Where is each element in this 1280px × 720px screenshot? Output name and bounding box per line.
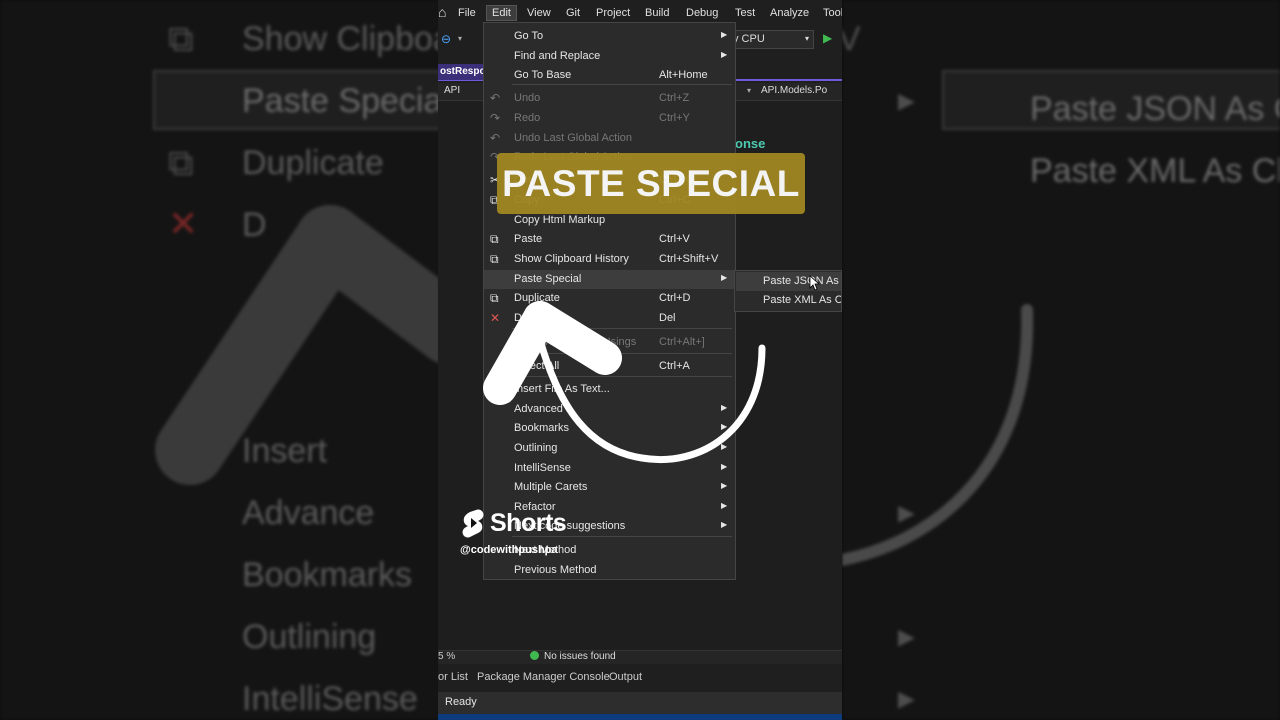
platform-select[interactable]: y CPU ▾ (728, 30, 814, 49)
menu-item-label: Go To (514, 30, 544, 42)
menu-item-label: Paste Special (514, 273, 582, 285)
menu-item-label: Undo Last Global Action (514, 132, 633, 144)
bg-curve-shape (842, 304, 1034, 566)
menu-item-shortcut: Ctrl+Z (659, 92, 690, 104)
menu-item-paste[interactable]: ⧉ Paste Ctrl+V (484, 230, 735, 249)
channel-handle: @codewithpushpa (460, 544, 558, 556)
issues-indicator[interactable]: No issues found (530, 651, 616, 662)
menu-test[interactable]: Test (735, 7, 755, 19)
title-banner: PASTE SPECIAL (497, 153, 805, 214)
chevron-right-icon: ▶ (898, 624, 915, 649)
run-icon[interactable]: ▶ (823, 31, 832, 45)
menu-file[interactable]: File (458, 7, 476, 19)
tab-error-list[interactable]: or List (438, 671, 468, 683)
check-icon (530, 651, 539, 660)
vs-logo-icon: ⌂ (438, 4, 447, 20)
clipboard-icon: ⧉ (490, 252, 499, 266)
chevron-right-icon: ▶ (721, 50, 728, 59)
back-icon[interactable]: ⊖ (441, 32, 451, 46)
shorts-logo-icon (462, 509, 484, 538)
chevron-down-icon[interactable]: ▾ (458, 34, 462, 43)
menu-edit[interactable]: Edit (486, 5, 517, 21)
editor-status-bar (438, 650, 842, 664)
chevron-right-icon: ▶ (721, 30, 728, 39)
menu-item-label: Show Clipboard History (514, 253, 629, 265)
duplicate-icon: ⧉ (168, 142, 194, 183)
menu-item-show-clipboard-history[interactable]: ⧉ Show Clipboard History Ctrl+Shift+V (484, 250, 735, 269)
menu-item-label: Paste (514, 233, 543, 245)
member-dropdown[interactable]: API.Models.Po (761, 85, 827, 96)
menu-item-shortcut: Ctrl+Shift+V (659, 253, 719, 265)
redo-icon: ↷ (490, 111, 501, 125)
project-dropdown[interactable]: API (444, 85, 460, 96)
menu-item-redo[interactable]: ↷ Redo Ctrl+Y (484, 109, 735, 128)
menu-item-label: Undo (514, 92, 541, 104)
menu-item-paste-special[interactable]: Paste Special ▶ (484, 270, 735, 289)
document-tab[interactable]: ostRespon (438, 64, 488, 80)
issues-text: No issues found (544, 651, 616, 662)
shorts-label: Shorts (490, 509, 567, 537)
menu-item-undo[interactable]: ↶ Undo Ctrl+Z (484, 89, 735, 108)
menu-item-find-and-replace[interactable]: Find and Replace ▶ (484, 47, 735, 66)
menu-item-label: Copy Html Markup (514, 214, 606, 226)
clipboard-icon: ⧉ (490, 232, 499, 246)
chevron-right-icon: ▶ (898, 88, 915, 113)
menu-project[interactable]: Project (596, 7, 630, 19)
bg-item: IntelliSense (242, 680, 418, 718)
menu-item-go-to-base[interactable]: Go To Base Alt+Home (484, 66, 735, 85)
menu-build[interactable]: Build (645, 7, 669, 19)
bg-arrow-shape (155, 205, 440, 485)
menu-item-label: Go To Base (514, 69, 572, 81)
menu-analyze[interactable]: Analyze (770, 7, 809, 19)
menu-git[interactable]: Git (566, 7, 580, 19)
menu-item-shortcut: Alt+Home (659, 69, 708, 81)
chevron-down-icon: ▾ (804, 34, 809, 43)
menu-item-multiple-carets[interactable]: Multiple Carets ▶ (484, 478, 735, 497)
menu-item-label: Find and Replace (514, 50, 601, 62)
video-frame: ⧉ Show Clipboa Paste Special ⧉ Duplicate… (0, 0, 1280, 720)
menu-item-undo-last-global-action[interactable]: ↶ Undo Last Global Action (484, 129, 735, 148)
tab-package-manager-console[interactable]: Package Manager Console (477, 671, 610, 683)
bg-item: Paste JSON As Cla (1030, 90, 1280, 128)
bg-item: Show Clipboa (242, 20, 440, 58)
chevron-right-icon: ▶ (721, 481, 728, 490)
menu-view[interactable]: View (527, 7, 551, 19)
menu-item-shortcut: Ctrl+V (659, 233, 690, 245)
menu-item-previous-method[interactable]: Previous Method (484, 561, 735, 580)
zoom-level[interactable]: 5 % (438, 651, 455, 662)
menu-tools[interactable]: Tool (823, 7, 842, 19)
chevron-down-icon[interactable]: ▾ (747, 86, 751, 95)
bg-item: Paste Special (242, 82, 440, 120)
paste-json-as-classes-item[interactable]: Paste JSON As Cla (736, 272, 841, 291)
bg-item: Bookmarks (242, 556, 413, 594)
bg-shortcut: +V (842, 20, 861, 58)
banner-title: PASTE SPECIAL (502, 163, 800, 204)
tab-output[interactable]: Output (609, 671, 642, 683)
menu-item-label: Multiple Carets (514, 481, 588, 493)
clipboard-icon: ⧉ (168, 18, 194, 59)
undo-icon: ↶ (490, 131, 501, 145)
menu-item-go-to[interactable]: Go To ▶ (484, 27, 735, 46)
bg-item: Duplicate (242, 144, 384, 182)
status-ready: Ready (438, 692, 842, 714)
background-left-zoom: ⧉ Show Clipboa Paste Special ⧉ Duplicate… (0, 0, 440, 720)
undo-icon: ↶ (490, 91, 501, 105)
chevron-right-icon: ▶ (721, 273, 728, 282)
menu-item-shortcut: Ctrl+Y (659, 112, 690, 124)
curved-arrow-icon (483, 301, 766, 463)
code-fragment: onse (735, 136, 766, 151)
background-right-zoom: +V ▶ Paste JSON As Cla Paste XML As Cla … (842, 0, 1280, 720)
menu-item-label: Previous Method (514, 564, 597, 576)
chevron-right-icon: ▶ (898, 686, 915, 711)
menu-debug[interactable]: Debug (686, 7, 718, 19)
bg-item: Outlining (242, 618, 377, 656)
chevron-right-icon: ▶ (721, 520, 728, 529)
bg-item: Paste XML As Cla (1030, 152, 1280, 190)
menu-item-label: Redo (514, 112, 541, 124)
chevron-right-icon: ▶ (721, 501, 728, 510)
platform-value: y CPU (733, 33, 765, 45)
mouse-cursor-icon (809, 275, 821, 291)
taskbar-strip (438, 714, 842, 720)
